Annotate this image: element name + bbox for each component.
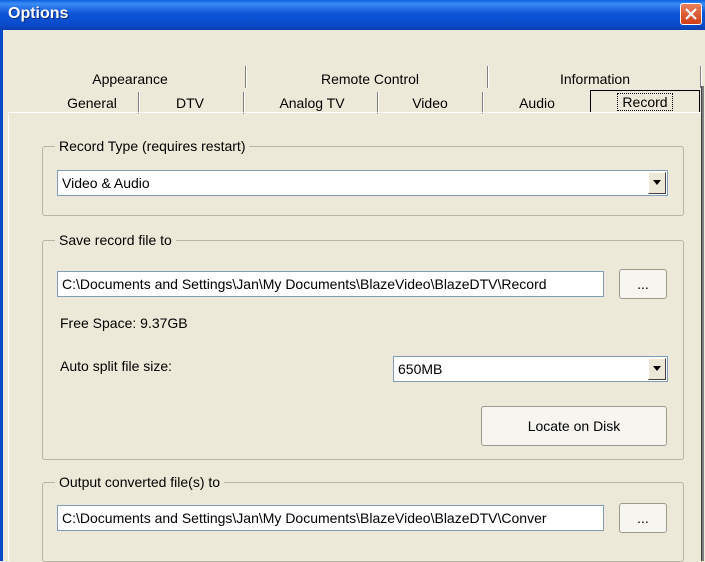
close-icon (685, 8, 697, 20)
save-record-path-value: C:\Documents and Settings\Jan\My Documen… (62, 276, 547, 292)
output-converted-legend: Output converted file(s) to (55, 474, 225, 490)
tab-analog-tv[interactable]: Analog TV (246, 92, 378, 114)
tab-remote-control[interactable]: Remote Control (250, 68, 490, 90)
tab-general[interactable]: General (44, 92, 140, 114)
output-converted-path-input[interactable]: C:\Documents and Settings\Jan\My Documen… (57, 505, 604, 531)
tab-separator (700, 66, 702, 88)
tab-video[interactable]: Video (378, 92, 482, 114)
locate-on-disk-button[interactable]: Locate on Disk (481, 406, 667, 446)
save-record-group: Save record file to C:\Documents and Set… (42, 232, 684, 460)
tab-separator (243, 92, 245, 114)
record-type-legend: Record Type (requires restart) (55, 138, 250, 154)
window-frame-left (0, 30, 3, 561)
tab-separator (482, 92, 484, 114)
auto-split-label: Auto split file size: (60, 358, 173, 374)
save-record-path-input[interactable]: C:\Documents and Settings\Jan\My Documen… (57, 271, 604, 297)
record-type-group: Record Type (requires restart) Video & A… (42, 138, 684, 216)
tab-label: Remote Control (320, 71, 420, 87)
auto-split-value: 650MB (398, 361, 443, 377)
tab-label: DTV (176, 95, 204, 111)
auto-split-dropdown-button[interactable] (648, 358, 666, 380)
output-converted-browse-button[interactable]: ... (619, 503, 667, 533)
tab-label: General (67, 95, 117, 111)
record-type-value: Video & Audio (62, 175, 150, 191)
tab-label: Audio (519, 95, 555, 111)
save-record-browse-button[interactable]: ... (619, 269, 667, 299)
tab-label: Video (412, 95, 448, 111)
chevron-down-icon (653, 366, 661, 371)
record-type-dropdown-button[interactable] (648, 172, 666, 194)
tab-separator (377, 92, 379, 114)
save-record-legend: Save record file to (55, 232, 176, 248)
tab-dtv[interactable]: DTV (140, 92, 240, 114)
locate-label: Locate on Disk (527, 418, 621, 434)
tab-label: Information (559, 71, 631, 87)
tab-separator (138, 92, 140, 114)
tab-audio[interactable]: Audio (484, 92, 590, 114)
tab-appearance[interactable]: Appearance (10, 68, 250, 90)
tab-record[interactable]: Record (590, 90, 700, 113)
tab-separator (487, 66, 489, 88)
title-bar: Options (0, 0, 705, 30)
window-title: Options (8, 5, 69, 22)
output-converted-group: Output converted file(s) to C:\Documents… (42, 474, 684, 562)
tab-label: Appearance (92, 71, 168, 87)
tab-label: Analog TV (279, 95, 345, 111)
tab-panel-edge (701, 86, 704, 561)
free-space-label: Free Space: 9.37GB (60, 315, 188, 331)
tab-information[interactable]: Information (490, 68, 700, 90)
output-converted-path-value: C:\Documents and Settings\Jan\My Documen… (62, 510, 547, 526)
record-type-select[interactable]: Video & Audio (57, 170, 668, 196)
tab-label: Record (617, 93, 673, 111)
auto-split-select[interactable]: 650MB (393, 356, 668, 382)
browse-label: ... (637, 510, 649, 526)
close-button[interactable] (680, 3, 702, 25)
chevron-down-icon (653, 180, 661, 185)
tab-separator (245, 66, 247, 88)
browse-label: ... (637, 276, 649, 292)
